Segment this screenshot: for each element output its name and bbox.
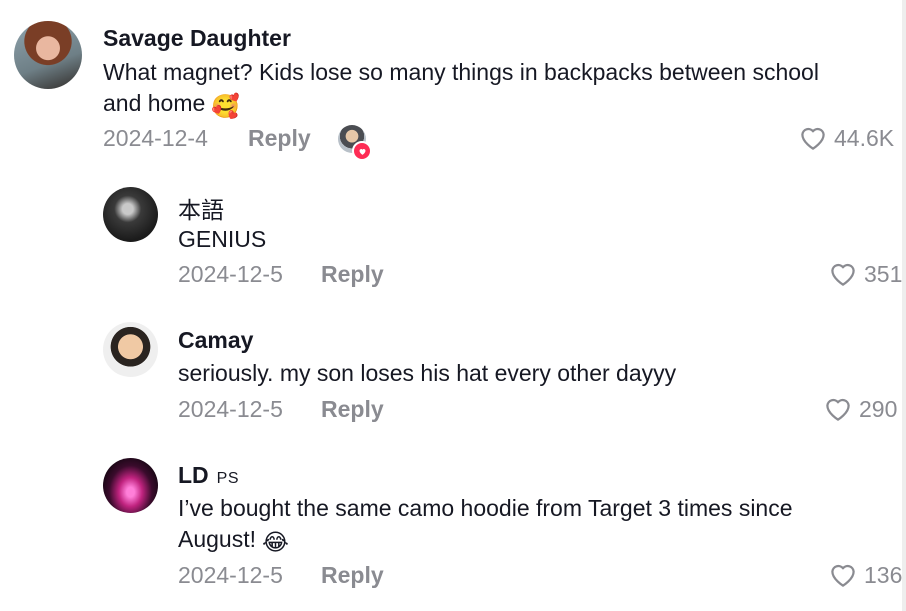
like-button[interactable]: 136 — [828, 560, 902, 590]
comment-text: I’ve bought the same camo hoodie from Ta… — [178, 493, 793, 558]
comment-author[interactable]: LD PS — [178, 462, 239, 489]
comment-text-line: I’ve bought the same camo hoodie from Ta… — [178, 495, 793, 521]
reply-button[interactable]: Reply — [321, 261, 384, 288]
avatar-ld[interactable] — [103, 458, 158, 513]
comment-text-line: What magnet? Kids lose so many things in… — [103, 59, 819, 85]
avatar-savage-daughter[interactable] — [14, 21, 82, 89]
author-badge: PS — [216, 470, 240, 487]
reply-button[interactable]: Reply — [248, 125, 311, 152]
comment-text-line: August! — [178, 526, 256, 552]
comment-date: 2024-12-5 — [178, 396, 283, 422]
creator-liked-badge — [338, 125, 372, 161]
reply-button[interactable]: Reply — [321, 562, 384, 589]
avatar-user-2[interactable] — [103, 187, 158, 242]
heart-outline-icon[interactable] — [828, 560, 858, 590]
heart-outline-icon[interactable] — [798, 123, 828, 153]
like-count: 44.6K — [834, 124, 895, 151]
like-count: 351 — [864, 260, 903, 287]
comment-text: GENIUS — [178, 226, 267, 252]
comment-text: seriously. my son loses his hat every ot… — [178, 360, 677, 386]
comment-author[interactable]: Camay — [178, 327, 253, 354]
comment-author[interactable]: 本語 — [178, 191, 224, 225]
like-button[interactable]: 351 — [828, 259, 902, 289]
author-name[interactable]: LD — [178, 462, 209, 488]
comment-date: 2024-12-5 — [178, 261, 283, 287]
laughing-emoji-icon: 😂 — [262, 529, 289, 555]
comment-text: What magnet? Kids lose so many things in… — [103, 57, 819, 122]
smiling-hearts-emoji-icon: 🥰 — [211, 93, 240, 119]
like-count: 290 — [859, 395, 898, 422]
comment-date: 2024-12-5 — [178, 562, 283, 588]
comment-date: 2024-12-4 — [103, 125, 208, 151]
comment-author[interactable]: Savage Daughter — [103, 25, 291, 52]
heart-outline-icon[interactable] — [828, 259, 858, 289]
like-button[interactable]: 44.6K — [798, 123, 894, 153]
scrollbar-track[interactable] — [902, 0, 906, 611]
creator-liked-heart-icon — [352, 141, 372, 161]
heart-outline-icon[interactable] — [823, 394, 853, 424]
comment-text-line: and home — [103, 90, 206, 116]
avatar-camay[interactable] — [103, 322, 158, 377]
like-count: 136 — [864, 561, 903, 588]
like-button[interactable]: 290 — [823, 394, 897, 424]
reply-button[interactable]: Reply — [321, 396, 384, 423]
